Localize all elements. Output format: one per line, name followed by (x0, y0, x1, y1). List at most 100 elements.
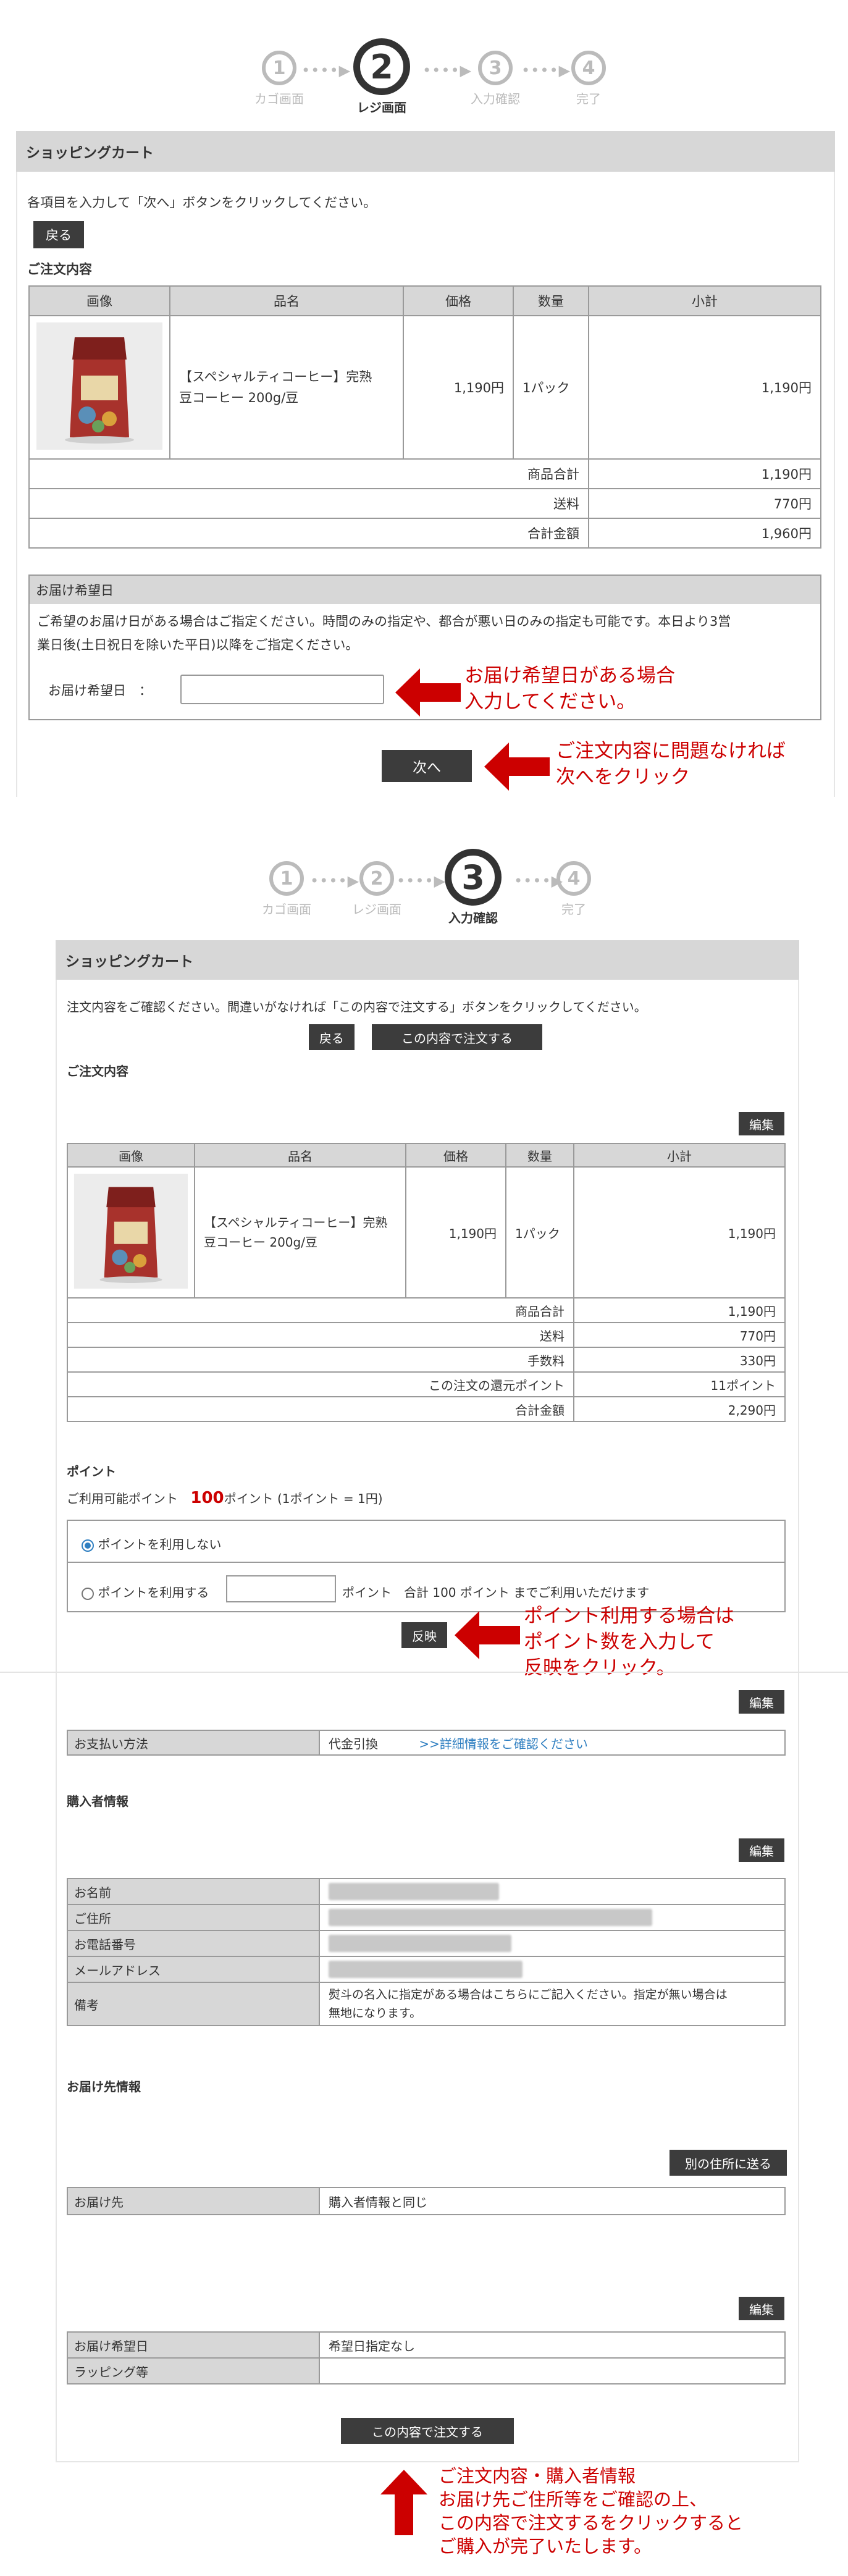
step-3-label: 入力確認 (471, 91, 520, 106)
step-2-current: 2 レジ画面 (347, 37, 416, 116)
points-available-prefix: ご利用可能ポイント (67, 1491, 178, 1506)
annot-final-line2: お届け先ご住所等をご確認の上、 (439, 2489, 708, 2510)
cart1-border-left (16, 172, 17, 797)
cart2-order-button-top[interactable]: この内容で注文する (372, 1024, 542, 1050)
step-1-number: 1 (269, 861, 304, 896)
total-label: 手数料 (67, 1347, 574, 1373)
delivery-heading: お届け希望日 (30, 576, 820, 604)
cart1-order-table: 画像 品名 価格 数量 小計 【スペシャルティコーヒー】完熟 豆コーヒー 200… (28, 285, 821, 549)
cart2-border-right (798, 980, 799, 2462)
red-arrow-up-icon (380, 2470, 427, 2535)
coffee-bag-image (73, 1173, 188, 1289)
table-row: 【スペシャルティコーヒー】完熟 豆コーヒー 200g/豆 1,190円 1パック… (67, 1166, 786, 1299)
product-subtotal: 1,190円 (588, 315, 821, 460)
buyer-email-label: メールアドレス (67, 1956, 320, 1983)
points-option-none[interactable]: ポイントを利用しない (82, 1534, 221, 1552)
cart1-next-button[interactable]: 次へ (382, 750, 472, 782)
annot-date-line1: お届け希望日がある場合 (464, 665, 675, 687)
annot-final-line4: ご購入が完了いたします。 (439, 2536, 652, 2557)
step-1: 1 カゴ画面 (254, 37, 304, 107)
cart1-back-button[interactable]: 戻る (33, 221, 84, 248)
points-heading: ポイント (67, 1464, 116, 1479)
points-available-suffix: ポイント (1ポイント = 1円) (224, 1491, 383, 1506)
buyer-name-value (319, 1878, 786, 1905)
points-limit: 合計 100 ポイント までご利用いただけます (404, 1585, 650, 1600)
cart2-back-button[interactable]: 戻る (309, 1024, 355, 1050)
col-header-name: 品名 (194, 1143, 406, 1168)
edit-payment-button[interactable]: 編集 (739, 1690, 784, 1714)
delivery-date-label: お届け希望日 ： (48, 683, 152, 698)
product-qty: 1パック (505, 1166, 574, 1299)
points-available-value: 100 (190, 1489, 224, 1507)
redacted-name (329, 1883, 499, 1900)
step-3-current: 3 入力確認 (439, 848, 508, 926)
red-arrow-left-icon (395, 668, 461, 717)
red-arrow-left-icon (455, 1611, 520, 1659)
col-header-subtotal: 小計 (588, 285, 821, 316)
step-1-number: 1 (262, 51, 296, 85)
step-4: 4 完了 (552, 848, 595, 917)
step-1: 1 カゴ画面 (262, 848, 311, 917)
points-option-use-label: ポイントを利用する (98, 1585, 209, 1600)
radio-unselected-icon[interactable] (82, 1587, 94, 1600)
ship-table: お届け先 購入者情報と同じ (67, 2187, 786, 2215)
delivery-table: お届け希望日 希望日指定なし ラッピング等 (67, 2331, 786, 2384)
annot-final-line1: ご注文内容・購入者情報 (439, 2465, 636, 2486)
payment-value: 代金引換 (329, 1736, 378, 1751)
final-order-button[interactable]: この内容で注文する (341, 2418, 514, 2444)
col-header-image: 画像 (28, 285, 170, 316)
points-box: ポイントを利用しない ポイントを利用する ポイント 合計 100 ポイント まで… (67, 1520, 786, 1612)
cart2-edit-order-button[interactable]: 編集 (739, 1112, 784, 1135)
buyer-remarks-line1: 熨斗の名入に指定がある場合はこちらにご記入ください。指定が無い場合は (329, 1988, 728, 2001)
buyer-email-value (319, 1956, 786, 1983)
product-name-line2: 豆コーヒー 200g/豆 (179, 390, 299, 405)
edit-delivery-button[interactable]: 編集 (739, 2297, 784, 2320)
points-divider (68, 1562, 784, 1563)
step-4-label: 完了 (576, 91, 601, 106)
step-1-label: カゴ画面 (262, 902, 311, 917)
buyer-remarks-line2: 無地になります。 (329, 2006, 422, 2020)
cart2-border-left (56, 980, 57, 2462)
total-label: この注文の還元ポイント (67, 1371, 574, 1397)
radio-selected-icon[interactable] (82, 1539, 94, 1552)
product-qty: 1パック (513, 315, 589, 460)
points-option-use[interactable]: ポイントを利用する (82, 1583, 209, 1601)
product-name-line2: 豆コーヒー 200g/豆 (204, 1235, 317, 1250)
wrapping-value (319, 2357, 786, 2384)
payment-label: お支払い方法 (67, 1730, 320, 1756)
coffee-bag-image (36, 322, 162, 450)
other-address-button[interactable]: 別の住所に送る (670, 2150, 787, 2176)
cart1-instruction: 各項目を入力して「次へ」ボタンをクリックしてください。 (27, 195, 377, 210)
cart2-title: ショッピングカート (56, 940, 799, 980)
step-2-label: レジ画面 (357, 100, 406, 115)
step-2-number: 2 (353, 38, 410, 95)
ship-label: お届け先 (67, 2187, 320, 2215)
delivery-date-input[interactable] (180, 675, 384, 704)
buyer-name-label: お名前 (67, 1878, 320, 1905)
buyer-address-value (319, 1904, 786, 1931)
total-value: 11ポイント (573, 1371, 786, 1397)
col-header-name: 品名 (169, 285, 404, 316)
cart2-border-bottom (56, 2461, 799, 2462)
points-input[interactable] (226, 1575, 336, 1602)
cart2-instruction: 注文内容をご確認ください。間違いがなければ「この内容で注文する」ボタンをクリック… (67, 1000, 647, 1014)
buyer-table: お名前 ご住所 お電話番号 メールアドレス 備考 熨斗の名入に指定がある場合はこ… (67, 1878, 786, 2026)
points-unit: ポイント (342, 1585, 392, 1600)
col-header-qty: 数量 (505, 1143, 574, 1168)
buyer-remarks-label: 備考 (67, 1982, 320, 2026)
col-header-qty: 数量 (513, 285, 589, 316)
section-divider (0, 1672, 848, 1673)
step-3-number: 3 (478, 51, 513, 85)
product-subtotal: 1,190円 (573, 1166, 786, 1299)
product-image-cell (28, 315, 170, 460)
points-reflect-button[interactable]: 反映 (401, 1622, 447, 1648)
cart2-order-table: 画像 品名 価格 数量 小計 【スペシャルティコーヒー】完熟 豆コーヒー 200… (67, 1143, 786, 1422)
buyer-phone-value (319, 1930, 786, 1957)
total-label: 合計金額 (28, 518, 589, 549)
product-price: 1,190円 (405, 1166, 506, 1299)
edit-buyer-button[interactable]: 編集 (739, 1838, 784, 1862)
step-2-label: レジ画面 (352, 902, 401, 917)
step-3: 3 入力確認 (464, 37, 526, 107)
total-label: 商品合計 (28, 458, 589, 489)
payment-details-link[interactable]: >>詳細情報をご確認ください (419, 1736, 588, 1751)
